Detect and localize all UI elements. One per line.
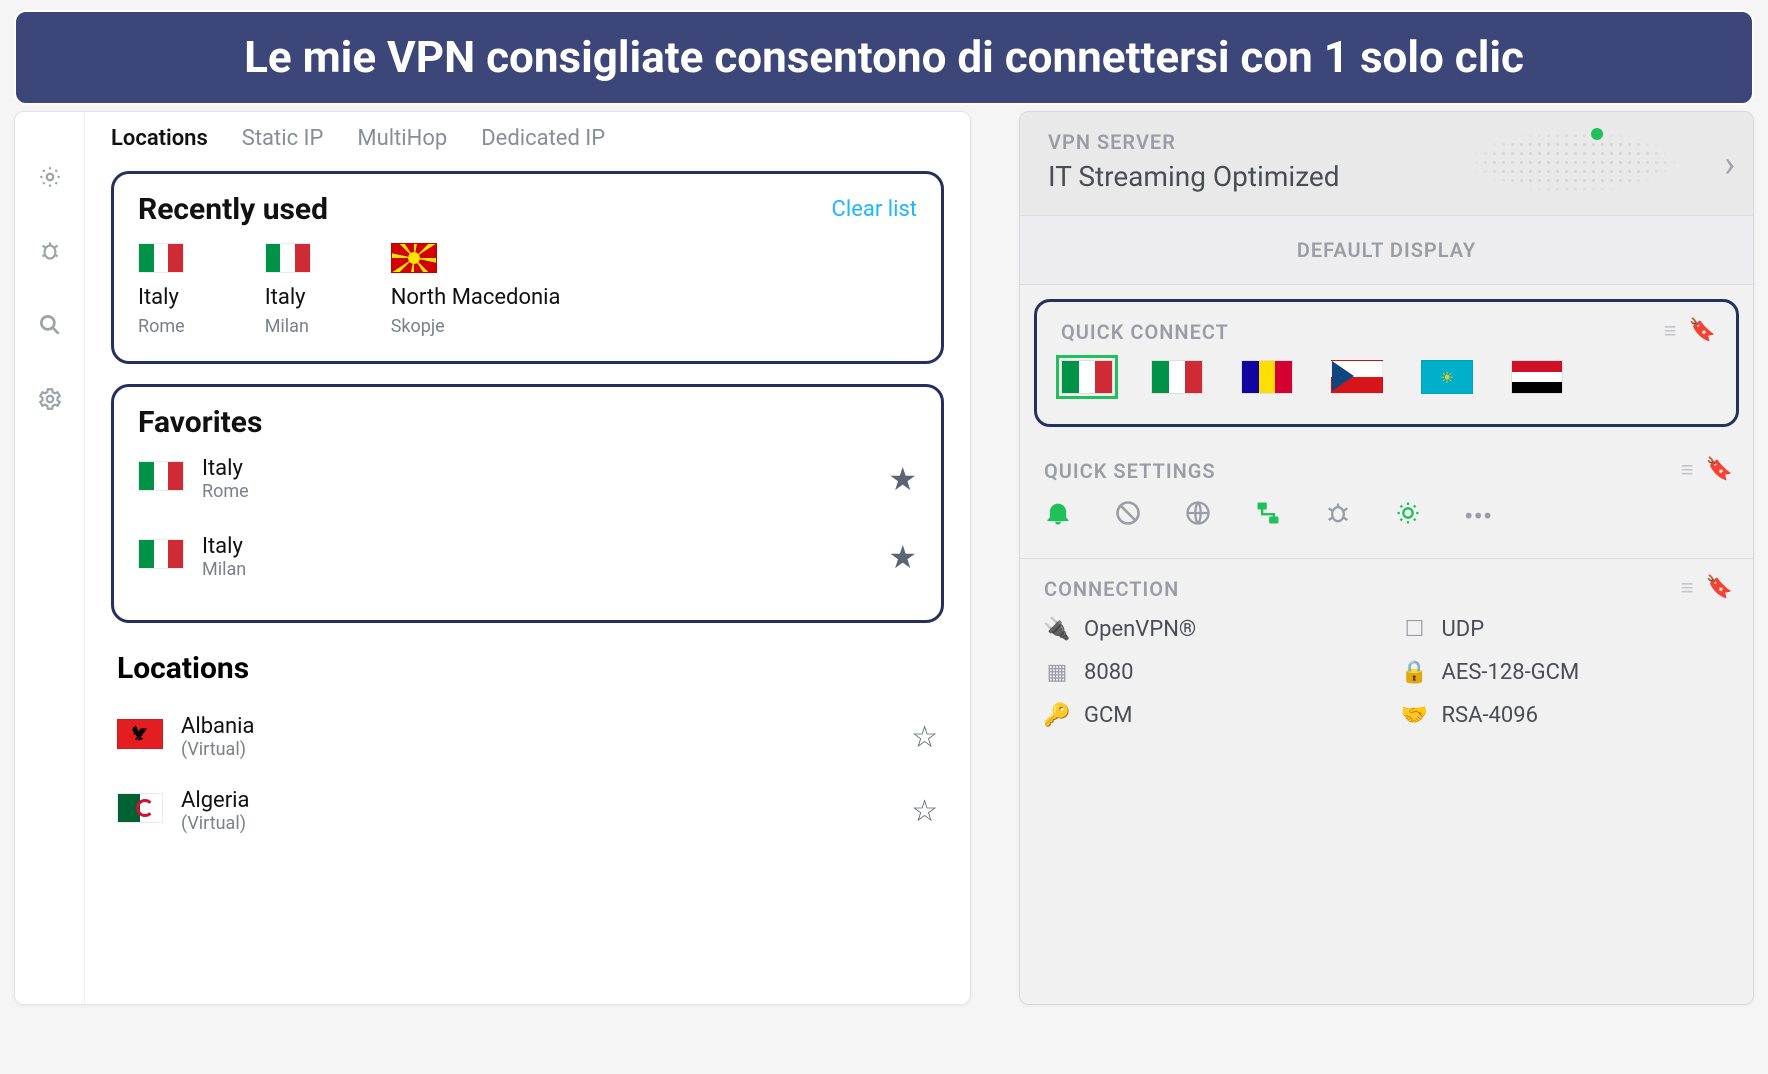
recent-item[interactable]: Italy Rome (138, 243, 185, 337)
lock-icon: 🔒 (1402, 660, 1428, 685)
connection-handshake: 🤝 RSA-4096 (1402, 703, 1730, 728)
quick-connect-flag[interactable] (1421, 360, 1473, 394)
italy-flag-icon (138, 539, 184, 569)
quick-connect-panel: QUICK CONNECT ≡ 🔖 (1034, 299, 1739, 427)
world-map-icon (1463, 122, 1683, 202)
italy-flag-icon (265, 243, 311, 273)
favorite-item[interactable]: Italy Rome ★ (138, 440, 917, 518)
favorites-card: Favorites Italy Rome ★ Italy Milan ★ (111, 384, 944, 623)
connection-protocol: 🔌 OpenVPN® (1044, 617, 1372, 642)
quick-connect-flag[interactable] (1061, 360, 1113, 394)
more-icon[interactable]: ••• (1464, 500, 1492, 533)
surfshark-app: Locations Static IP MultiHop Dedicated I… (14, 111, 971, 1005)
quick-connect-flag[interactable] (1241, 360, 1293, 394)
connection-value: UDP (1442, 617, 1485, 642)
recent-city: Skopje (391, 316, 561, 337)
recent-city: Rome (138, 316, 185, 337)
favorite-country: Italy (202, 534, 246, 559)
tab-dedicated-ip[interactable]: Dedicated IP (481, 126, 605, 151)
location-item[interactable]: Albania (Virtual) ☆ (111, 700, 944, 774)
bookmark-icon[interactable]: 🔖 (1689, 318, 1716, 344)
locations-title: Locations (111, 643, 944, 700)
italy-flag-icon (138, 243, 184, 273)
bookmark-icon[interactable]: 🔖 (1706, 457, 1733, 483)
favorite-country: Italy (202, 456, 249, 481)
star-outline-icon[interactable]: ☆ (911, 720, 938, 755)
connection-value: OpenVPN® (1084, 617, 1196, 642)
location-sub: (Virtual) (181, 813, 250, 834)
chevron-right-icon[interactable]: › (1724, 143, 1735, 185)
star-filled-icon[interactable]: ★ (888, 460, 917, 498)
quick-connect-flag[interactable] (1511, 360, 1563, 394)
menu-lines-icon[interactable]: ≡ (1664, 318, 1677, 344)
udp-icon: ☐ (1402, 617, 1428, 642)
menu-lines-icon[interactable]: ≡ (1681, 457, 1694, 483)
vpn-dashboard-app: VPN SERVER IT Streaming Optimized › DEFA… (1019, 111, 1754, 1005)
quick-connect-title: QUICK CONNECT (1061, 320, 1712, 344)
connection-port: ▦ 8080 (1044, 660, 1372, 685)
quick-connect-flag[interactable] (1151, 360, 1203, 394)
north-macedonia-flag-icon (391, 243, 437, 273)
location-sub: (Virtual) (181, 739, 255, 760)
clear-list-link[interactable]: Clear list (832, 197, 917, 222)
connection-cipher: 🔒 AES-128-GCM (1402, 660, 1730, 685)
gear-icon[interactable] (35, 384, 65, 414)
handshake-icon: 🤝 (1402, 703, 1428, 728)
alert-icon[interactable] (35, 162, 65, 192)
favorite-city: Milan (202, 559, 246, 580)
connection-value: 8080 (1084, 660, 1133, 685)
shield-bug-icon[interactable] (35, 236, 65, 266)
star-filled-icon[interactable]: ★ (888, 538, 917, 576)
headline-banner: Le mie VPN consigliate consentono di con… (14, 10, 1754, 105)
recent-item[interactable]: North Macedonia Skopje (391, 243, 561, 337)
globe-icon[interactable] (1184, 499, 1212, 534)
recent-country: North Macedonia (391, 285, 561, 310)
lightbulb-icon[interactable] (1394, 499, 1422, 534)
bell-icon[interactable] (1044, 499, 1072, 534)
recently-used-card: Recently used Clear list Italy Rome Ital… (111, 171, 944, 364)
network-icon[interactable] (1254, 499, 1282, 534)
plug-icon: 🔌 (1044, 617, 1070, 642)
location-tabs: Locations Static IP MultiHop Dedicated I… (111, 112, 944, 171)
quick-settings-title: QUICK SETTINGS (1044, 459, 1729, 483)
quick-settings-panel: QUICK SETTINGS ≡ 🔖 (1020, 441, 1753, 559)
block-icon[interactable] (1114, 499, 1142, 534)
connection-panel: CONNECTION ≡ 🔖 🔌 OpenVPN® ☐ UDP ▦ 8080 (1020, 559, 1753, 752)
location-country: Algeria (181, 788, 250, 813)
server-pin-icon (1591, 128, 1603, 140)
left-sidebar (15, 112, 85, 1004)
algeria-flag-icon (117, 793, 163, 823)
vpn-server-header[interactable]: VPN SERVER IT Streaming Optimized › (1020, 112, 1753, 216)
bookmark-icon[interactable]: 🔖 (1706, 575, 1733, 601)
connection-value: RSA-4096 (1442, 703, 1539, 728)
default-display-bar: DEFAULT DISPLAY (1020, 216, 1753, 285)
connection-transport: ☐ UDP (1402, 617, 1730, 642)
favorite-city: Rome (202, 481, 249, 502)
recent-country: Italy (138, 285, 185, 310)
recent-city: Milan (265, 316, 311, 337)
tab-multihop[interactable]: MultiHop (357, 126, 447, 151)
recent-country: Italy (265, 285, 311, 310)
connection-value: GCM (1084, 703, 1133, 728)
recent-item[interactable]: Italy Milan (265, 243, 311, 337)
tab-static-ip[interactable]: Static IP (242, 126, 324, 151)
favorite-item[interactable]: Italy Milan ★ (138, 518, 917, 596)
connection-auth: 🔑 GCM (1044, 703, 1372, 728)
italy-flag-icon (138, 461, 184, 491)
albania-flag-icon (117, 719, 163, 749)
recently-used-title: Recently used (138, 192, 328, 227)
location-item[interactable]: Algeria (Virtual) ☆ (111, 774, 944, 848)
star-outline-icon[interactable]: ☆ (911, 794, 938, 829)
tab-locations[interactable]: Locations (111, 126, 208, 151)
connection-value: AES-128-GCM (1442, 660, 1580, 685)
menu-lines-icon[interactable]: ≡ (1681, 575, 1694, 601)
location-country: Albania (181, 714, 255, 739)
key-icon: 🔑 (1044, 703, 1070, 728)
favorites-title: Favorites (138, 405, 917, 440)
search-icon[interactable] (35, 310, 65, 340)
port-icon: ▦ (1044, 660, 1070, 685)
bug-icon[interactable] (1324, 499, 1352, 534)
connection-title: CONNECTION (1044, 577, 1729, 601)
quick-connect-flag[interactable] (1331, 360, 1383, 394)
